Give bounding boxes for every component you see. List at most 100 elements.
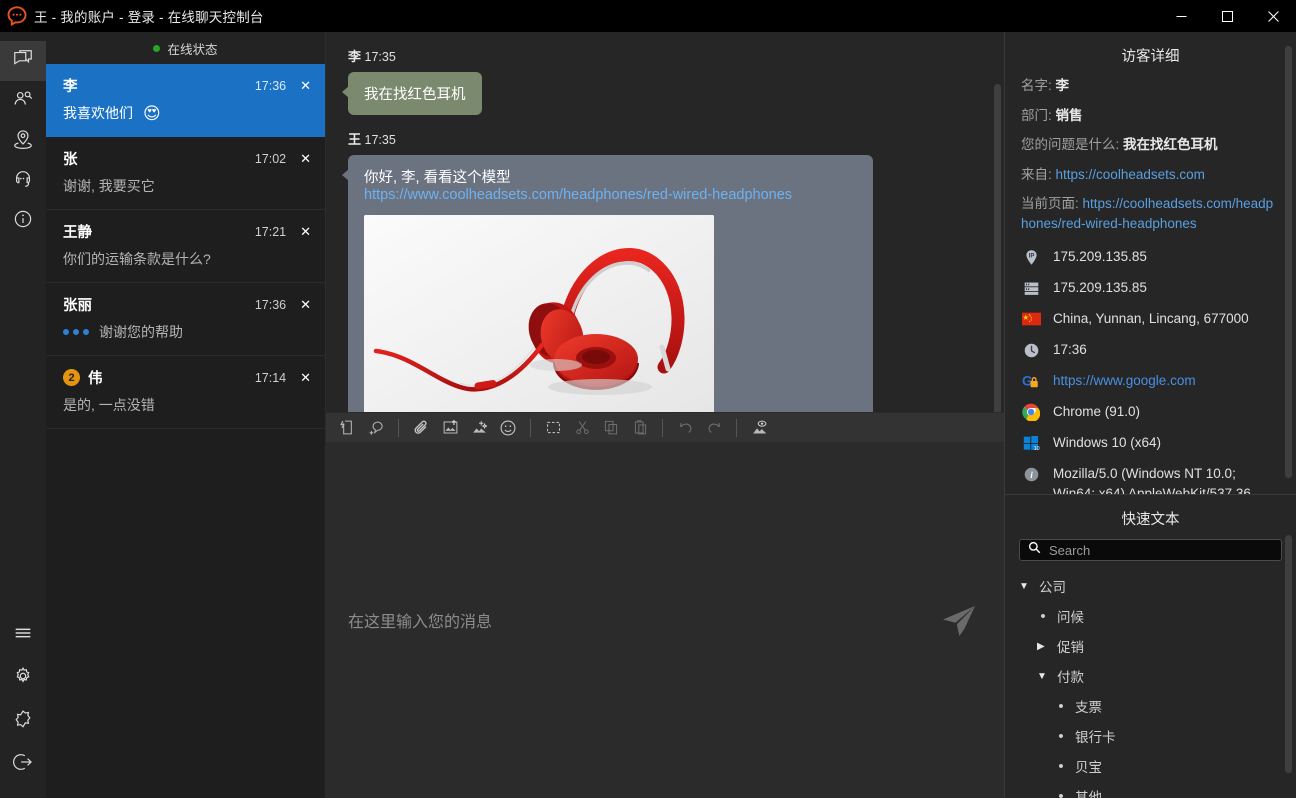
visitor-panel-scrollbar[interactable]: [1285, 46, 1292, 478]
flag-china-icon: [1021, 309, 1041, 329]
quick-text-node[interactable]: •其他: [1019, 781, 1282, 798]
visitor-detail-link[interactable]: https://www.google.com: [1053, 373, 1196, 388]
conversation-scrollbar[interactable]: [994, 84, 1001, 412]
chat-message: 王 17:35 你好, 李, 看看这个模型 https://www.coolhe…: [348, 129, 982, 412]
copy-icon[interactable]: [598, 415, 624, 441]
svg-text:IP: IP: [1028, 253, 1034, 259]
bullet-icon: •: [1037, 608, 1049, 625]
quick-text-search[interactable]: Search: [1019, 539, 1282, 561]
rail-item-settings[interactable]: [0, 657, 46, 700]
message-input-area[interactable]: 在这里输入您的消息: [326, 442, 1004, 798]
message-emoji: 😍: [143, 105, 161, 122]
chat-list-item[interactable]: 2伟 17:14 ✕ 是的, 一点没错: [46, 356, 325, 429]
close-chat-button[interactable]: ✕: [300, 225, 311, 238]
chat-list-item[interactable]: 张丽 17:36 ✕ 谢谢您的帮助: [46, 283, 325, 356]
chat-list-item[interactable]: 张 17:02 ✕ 谢谢, 我要买它: [46, 137, 325, 210]
visitor-detail-row: G https://www.google.com: [1021, 371, 1280, 391]
quick-text-label: 促销: [1057, 636, 1084, 656]
main-body: 在线状态 李 17:36 ✕ 我喜欢他们😍 张 17:02 ✕ 谢谢, 我要买它…: [0, 32, 1296, 798]
chat-item-header: 张 17:02 ✕: [63, 148, 311, 169]
chat-item-header: 李 17:36 ✕: [63, 75, 311, 96]
toolbar-separator: [736, 419, 737, 437]
rail-item-chats[interactable]: [0, 41, 46, 81]
paste-icon[interactable]: [627, 415, 653, 441]
maximize-button[interactable]: [1204, 0, 1250, 32]
rail-item-visitors[interactable]: [0, 81, 46, 121]
online-status-bar[interactable]: 在线状态: [46, 32, 325, 64]
message-link[interactable]: https://www.coolheadsets.com/headphones/…: [364, 187, 792, 203]
visitor-field-value: 李: [1056, 78, 1070, 93]
quick-text-node[interactable]: •银行卡: [1019, 721, 1282, 751]
visitor-detail-row: 175.209.135.85: [1021, 278, 1280, 298]
minimize-button[interactable]: [1158, 0, 1204, 32]
chat-item-name: 2伟: [63, 367, 103, 388]
chat-item-name: 张丽: [63, 294, 92, 315]
typing-indicator-icon: [63, 329, 89, 335]
rail-item-support[interactable]: [0, 161, 46, 201]
close-chat-button[interactable]: ✕: [300, 298, 311, 311]
chat-item-time: 17:36: [255, 298, 286, 312]
window-controls: [1158, 0, 1296, 32]
rail-item-logout[interactable]: [0, 743, 46, 786]
emoji-icon[interactable]: [495, 415, 521, 441]
attach-file-icon[interactable]: [408, 415, 434, 441]
quick-text-node[interactable]: ▼ 付款: [1019, 661, 1282, 691]
chat-item-preview: 我喜欢他们😍: [63, 103, 311, 123]
visitor-field-link[interactable]: https://coolheadsets.com: [1056, 167, 1205, 182]
quick-text-node[interactable]: •支票: [1019, 691, 1282, 721]
product-image[interactable]: [364, 215, 714, 412]
redo-icon[interactable]: [701, 415, 727, 441]
close-chat-button[interactable]: ✕: [300, 79, 311, 92]
chat-item-preview: 你们的运输条款是什么?: [63, 249, 311, 269]
cut-icon[interactable]: [569, 415, 595, 441]
chat-item-preview: 谢谢您的帮助: [63, 322, 311, 342]
chevron-down-icon[interactable]: ▼: [1019, 581, 1031, 592]
chevron-right-icon[interactable]: ▶: [1037, 641, 1049, 652]
close-chat-button[interactable]: ✕: [300, 371, 311, 384]
rail-item-theme[interactable]: [0, 700, 46, 743]
quick-text-node[interactable]: ▶ 促销: [1019, 631, 1282, 661]
message-input[interactable]: 在这里输入您的消息: [348, 608, 936, 632]
message-meta: 李 17:35: [348, 46, 982, 65]
chevron-down-icon[interactable]: ▼: [1037, 671, 1049, 682]
quick-text-label: 银行卡: [1075, 726, 1116, 746]
chat-list-item[interactable]: 李 17:36 ✕ 我喜欢他们😍: [46, 64, 325, 137]
quick-text-node[interactable]: •贝宝: [1019, 751, 1282, 781]
visitor-field: 您的问题是什么: 我在找红色耳机: [1021, 135, 1280, 155]
select-area-icon[interactable]: [540, 415, 566, 441]
add-tag-icon[interactable]: [363, 415, 389, 441]
quick-text-tree: ▼公司•问候▶促销▼付款•支票•银行卡•贝宝•其他•很抱歉, 我们不能帮您: [1005, 567, 1296, 798]
visitor-field: 名字: 李: [1021, 76, 1280, 96]
rail-item-info[interactable]: [0, 201, 46, 241]
chat-list-item[interactable]: 王静 17:21 ✕ 你们的运输条款是什么?: [46, 210, 325, 283]
quick-text-scrollbar[interactable]: [1285, 535, 1292, 773]
visitor-detail-row: i Mozilla/5.0 (Windows NT 10.0; Win64; x…: [1021, 464, 1280, 494]
logout-icon: [12, 751, 34, 778]
visitor-detail-row: 10 Windows 10 (x64): [1021, 433, 1280, 453]
chat-item-name: 王静: [63, 221, 92, 242]
image-effects-icon[interactable]: [466, 415, 492, 441]
unread-badge: 2: [63, 369, 80, 386]
quick-text-node[interactable]: •问候: [1019, 601, 1282, 631]
visitor-field: 来自: https://coolheadsets.com: [1021, 165, 1280, 185]
close-chat-button[interactable]: ✕: [300, 152, 311, 165]
info-icon: [12, 208, 34, 235]
quick-reply-icon[interactable]: [334, 415, 360, 441]
visitor-detail-value: https://www.google.com: [1053, 371, 1196, 391]
undo-icon[interactable]: [672, 415, 698, 441]
close-button[interactable]: [1250, 0, 1296, 32]
visitor-field: 当前页面: https://coolheadsets.com/headphone…: [1021, 194, 1280, 233]
gear-icon: [12, 665, 34, 692]
upload-image-icon[interactable]: [437, 415, 463, 441]
send-button[interactable]: [936, 597, 982, 643]
quick-text-label: 付款: [1057, 666, 1084, 686]
message-bubble-visitor: 我在找红色耳机: [348, 72, 482, 115]
rail-top-group: [0, 32, 46, 241]
window-title: 王 - 我的账户 - 登录 - 在线聊天控制台: [34, 6, 264, 26]
screenshot-icon[interactable]: [746, 415, 772, 441]
quick-text-node[interactable]: ▼公司: [1019, 571, 1282, 601]
rail-item-menu[interactable]: [0, 614, 46, 657]
rail-item-location[interactable]: [0, 121, 46, 161]
chat-item-header: 2伟 17:14 ✕: [63, 367, 311, 388]
quick-text-search-input[interactable]: Search: [1049, 543, 1090, 558]
